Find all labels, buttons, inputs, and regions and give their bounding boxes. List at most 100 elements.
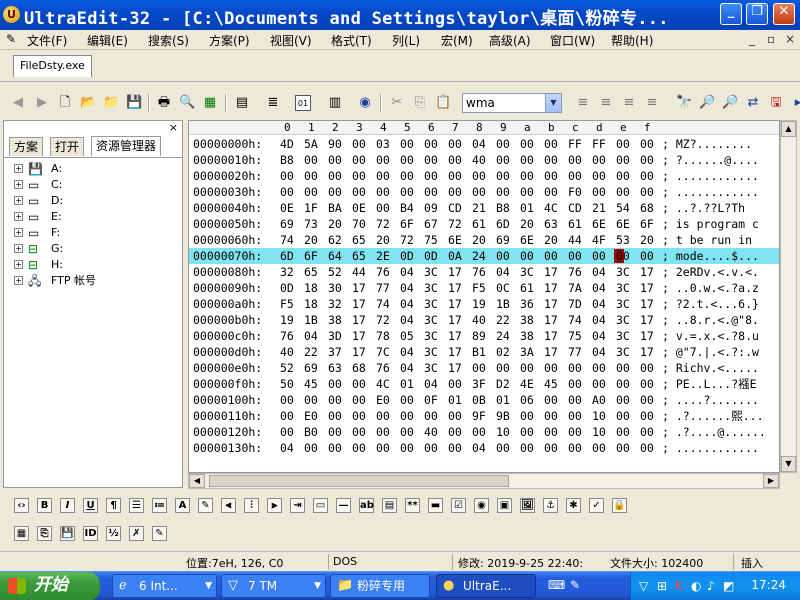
task-folder[interactable]: 📁 粉碎专用 <box>330 574 430 598</box>
horizontal-rule-icon[interactable]: — <box>336 498 351 513</box>
hex-byte[interactable]: 00 <box>376 184 390 200</box>
hex-byte[interactable]: 50 <box>280 376 294 392</box>
hex-byte[interactable]: 7D <box>568 296 582 312</box>
hex-byte[interactable]: 00 <box>352 408 366 424</box>
checkbox-icon[interactable]: ☑ <box>451 498 466 513</box>
hex-byte[interactable]: 0A <box>448 248 462 264</box>
print-icon[interactable]: 🖶 <box>156 95 172 111</box>
save-icon[interactable]: 💾 <box>126 95 142 111</box>
hex-byte[interactable]: 00 <box>472 360 486 376</box>
hex-byte[interactable]: 3C <box>424 328 438 344</box>
copy-icon[interactable]: ⎘ <box>412 95 428 111</box>
hex-byte[interactable]: 17 <box>448 264 462 280</box>
hex-byte[interactable]: 00 <box>568 440 582 456</box>
start-button[interactable]: 开始 <box>0 572 100 600</box>
hex-byte[interactable]: 00 <box>640 392 654 408</box>
hex-byte[interactable]: 00 <box>616 424 630 440</box>
tray-network-icon[interactable]: ⊞ <box>657 579 667 593</box>
hex-byte[interactable]: 19 <box>472 296 486 312</box>
menu-edit[interactable]: 编辑(E) <box>87 32 128 49</box>
task-internet-explorer[interactable]: ℯ 6 Int... ▼ <box>112 574 217 598</box>
hex-byte[interactable]: 17 <box>448 296 462 312</box>
hex-byte[interactable]: 3C <box>616 312 630 328</box>
hex-row[interactable]: 00000130h: 04 00 00 00 00 00 00 00 04 00 00 00 00 00 00… <box>189 440 779 456</box>
ftp-icon[interactable]: 🖫 <box>768 95 784 111</box>
hex-byte[interactable]: 00 <box>544 408 558 424</box>
hex-byte[interactable]: 00 <box>616 408 630 424</box>
hex-byte[interactable]: 00 <box>520 184 534 200</box>
hex-byte[interactable]: 52 <box>328 264 342 280</box>
hex-byte[interactable]: 40 <box>472 312 486 328</box>
lock-icon[interactable]: 🔒 <box>612 498 627 513</box>
hex-byte[interactable]: 6F <box>400 216 414 232</box>
hex-byte[interactable]: 00 <box>304 168 318 184</box>
hex-row[interactable]: 00000040h: 0E 1F BA 0E 00 B4 09 CD 21 B8 01 4C CD 21 54… <box>189 200 779 216</box>
hex-byte[interactable]: 10 <box>592 424 606 440</box>
hex-ascii[interactable]: ; mode....$... <box>662 248 759 264</box>
hex-row[interactable]: 00000090h: 0D 18 30 17 77 04 3C 17 F5 0C 61 17 7A 04 3C… <box>189 280 779 296</box>
hex-byte[interactable]: 00 <box>424 168 438 184</box>
anchor-icon[interactable]: ⚓ <box>543 498 558 513</box>
paragraph-icon[interactable]: ¶ <box>106 498 121 513</box>
hex-byte[interactable]: 00 <box>544 424 558 440</box>
table-wizard-icon[interactable]: ✱ <box>566 498 581 513</box>
hex-row[interactable]: 000000b0h: 19 1B 38 17 72 04 3C 17 40 22 38 17 74 04 3C… <box>189 312 779 328</box>
hex-byte[interactable]: 00 <box>496 184 510 200</box>
menu-window[interactable]: 窗口(W) <box>550 32 595 49</box>
hex-row[interactable]: 00000070h: 6D 6F 64 65 2E 0D 0D 0A 24 00 00 00 00 00 00… <box>189 248 779 264</box>
hex-byte[interactable]: F5 <box>280 296 294 312</box>
hex-byte[interactable]: 00 <box>640 248 654 264</box>
hex-byte[interactable]: 00 <box>304 392 318 408</box>
hex-byte[interactable]: 89 <box>472 328 486 344</box>
hex-byte[interactable]: 04 <box>304 328 318 344</box>
hex-byte[interactable]: 20 <box>328 216 342 232</box>
hex-byte[interactable]: 0D <box>280 280 294 296</box>
hex-byte[interactable]: 04 <box>592 280 606 296</box>
mdi-close-button[interactable]: × <box>785 32 795 46</box>
hex-byte[interactable]: 61 <box>568 216 582 232</box>
italic-icon[interactable]: I <box>60 498 75 513</box>
hex-byte[interactable]: 68 <box>352 360 366 376</box>
hex-byte[interactable]: 6D <box>496 216 510 232</box>
hex-byte[interactable]: 3C <box>616 344 630 360</box>
hex-byte[interactable]: E0 <box>376 392 390 408</box>
hex-byte[interactable]: 00 <box>328 424 342 440</box>
hex-ascii[interactable]: ; ............ <box>662 168 759 184</box>
chevron-down-icon[interactable]: ▼ <box>545 94 561 112</box>
hex-ascii[interactable]: ; ..0.w.<.?a.z <box>662 280 759 296</box>
hex-byte[interactable]: 62 <box>328 232 342 248</box>
hex-byte[interactable]: 17 <box>544 264 558 280</box>
hex-byte[interactable]: 17 <box>448 344 462 360</box>
hex-byte[interactable]: 3C <box>424 264 438 280</box>
hex-byte[interactable]: 45 <box>544 376 558 392</box>
hex-byte[interactable]: 00 <box>592 376 606 392</box>
hex-byte[interactable]: 20 <box>520 216 534 232</box>
hex-byte[interactable]: 6E <box>520 232 534 248</box>
horizontal-scrollbar[interactable]: ◀ ▶ <box>188 473 780 489</box>
hex-byte[interactable]: 76 <box>376 360 390 376</box>
save-table-icon[interactable]: 💾 <box>60 526 75 541</box>
hex-byte[interactable]: 00 <box>544 248 558 264</box>
hex-byte[interactable]: 00 <box>448 424 462 440</box>
hex-byte[interactable]: 73 <box>304 216 318 232</box>
hex-byte[interactable]: 01 <box>496 392 510 408</box>
hex-byte[interactable]: FF <box>568 136 582 152</box>
underline-icon[interactable]: U <box>83 498 98 513</box>
hex-row[interactable]: 00000110h: 00 E0 00 00 00 00 00 00 9F 9B 00 00 00 10 00… <box>189 408 779 424</box>
hex-byte[interactable]: 9F <box>472 408 486 424</box>
hex-byte[interactable]: 40 <box>280 344 294 360</box>
hex-byte[interactable]: 53 <box>616 232 630 248</box>
hex-byte[interactable]: 44 <box>352 264 366 280</box>
hex-byte[interactable]: 20 <box>376 232 390 248</box>
hex-byte[interactable]: 3D <box>328 328 342 344</box>
hex-ascii[interactable]: ; ....?....... <box>662 392 759 408</box>
hex-row[interactable]: 00000080h: 32 65 52 44 76 04 3C 17 76 04 3C 17 76 04 3C… <box>189 264 779 280</box>
hex-byte[interactable]: 18 <box>304 296 318 312</box>
back-icon[interactable]: ◀ <box>10 95 26 111</box>
hex-byte[interactable]: 3C <box>424 344 438 360</box>
hex-byte[interactable]: 00 <box>400 168 414 184</box>
align-right-icon[interactable]: ≡ <box>621 95 637 111</box>
menu-advanced[interactable]: 高级(A) <box>489 32 531 49</box>
hex-byte[interactable]: D2 <box>496 376 510 392</box>
hex-byte[interactable]: FF <box>592 136 606 152</box>
